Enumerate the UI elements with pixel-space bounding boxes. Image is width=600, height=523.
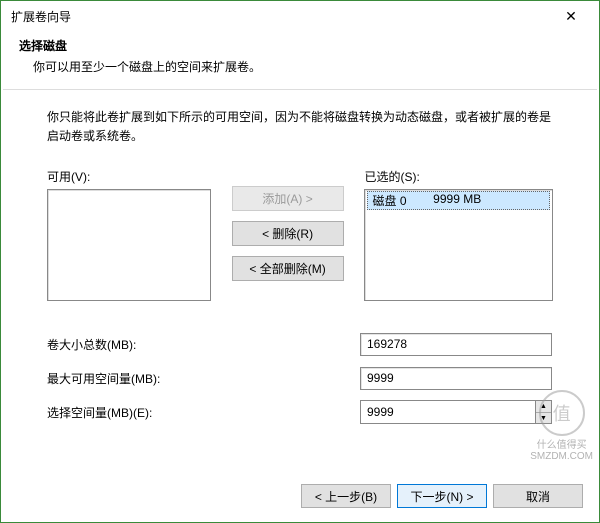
select-space-label: 选择空间量(MB)(E): — [47, 404, 360, 421]
titlebar: 扩展卷向导 ✕ — [1, 1, 599, 31]
max-space-label: 最大可用空间量(MB): — [47, 370, 360, 387]
available-label: 可用(V): — [47, 168, 211, 185]
note-text: 你只能将此卷扩展到如下所示的可用空间，因为不能将磁盘转换为动态磁盘，或者被扩展的… — [47, 108, 553, 146]
add-button: 添加(A) > — [232, 186, 344, 211]
close-icon: ✕ — [565, 8, 577, 25]
max-space-value: 9999 — [360, 367, 552, 390]
spin-buttons: ▲ ▼ — [535, 400, 552, 424]
select-space-spinner: ▲ ▼ — [360, 400, 552, 424]
selected-listbox[interactable]: 磁盘 0 9999 MB — [364, 189, 553, 301]
field-row-max: 最大可用空间量(MB): 9999 — [47, 361, 553, 395]
available-listbox[interactable] — [47, 189, 211, 301]
select-space-input[interactable] — [360, 400, 535, 424]
header-title: 选择磁盘 — [19, 37, 581, 54]
spin-down-button[interactable]: ▼ — [536, 413, 551, 424]
wizard-header: 选择磁盘 你可以用至少一个磁盘上的空间来扩展卷。 — [1, 31, 599, 89]
field-row-select: 选择空间量(MB)(E): ▲ ▼ — [47, 395, 553, 429]
fields-area: 卷大小总数(MB): 169278 最大可用空间量(MB): 9999 选择空间… — [47, 327, 553, 429]
field-row-total: 卷大小总数(MB): 169278 — [47, 327, 553, 361]
close-button[interactable]: ✕ — [551, 2, 591, 30]
watermark-text-bottom: SMZDM.COM — [530, 451, 593, 462]
header-subtitle: 你可以用至少一个磁盘上的空间来扩展卷。 — [33, 58, 581, 75]
available-column: 可用(V): — [47, 168, 211, 301]
spin-up-button[interactable]: ▲ — [536, 401, 551, 413]
wizard-window: 扩展卷向导 ✕ 选择磁盘 你可以用至少一个磁盘上的空间来扩展卷。 你只能将此卷扩… — [0, 0, 600, 523]
wizard-footer: < 上一步(B) 下一步(N) > 取消 — [301, 484, 583, 508]
wizard-body: 你只能将此卷扩展到如下所示的可用空间，因为不能将磁盘转换为动态磁盘，或者被扩展的… — [1, 90, 599, 439]
remove-all-button[interactable]: < 全部删除(M) — [232, 256, 344, 281]
selected-column: 已选的(S): 磁盘 0 9999 MB — [364, 168, 553, 301]
back-button[interactable]: < 上一步(B) — [301, 484, 391, 508]
next-button[interactable]: 下一步(N) > — [397, 484, 487, 508]
selected-label: 已选的(S): — [364, 168, 553, 185]
remove-button[interactable]: < 删除(R) — [232, 221, 344, 246]
list-item[interactable]: 磁盘 0 9999 MB — [367, 191, 550, 210]
transfer-buttons: 添加(A) > < 删除(R) < 全部删除(M) — [211, 168, 365, 301]
total-size-label: 卷大小总数(MB): — [47, 336, 360, 353]
lists-area: 可用(V): 添加(A) > < 删除(R) < 全部删除(M) 已选的(S):… — [47, 168, 553, 301]
disk-size: 9999 MB — [433, 192, 481, 209]
total-size-value: 169278 — [360, 333, 552, 356]
cancel-button[interactable]: 取消 — [493, 484, 583, 508]
disk-name: 磁盘 0 — [372, 192, 406, 209]
window-title: 扩展卷向导 — [11, 8, 551, 25]
